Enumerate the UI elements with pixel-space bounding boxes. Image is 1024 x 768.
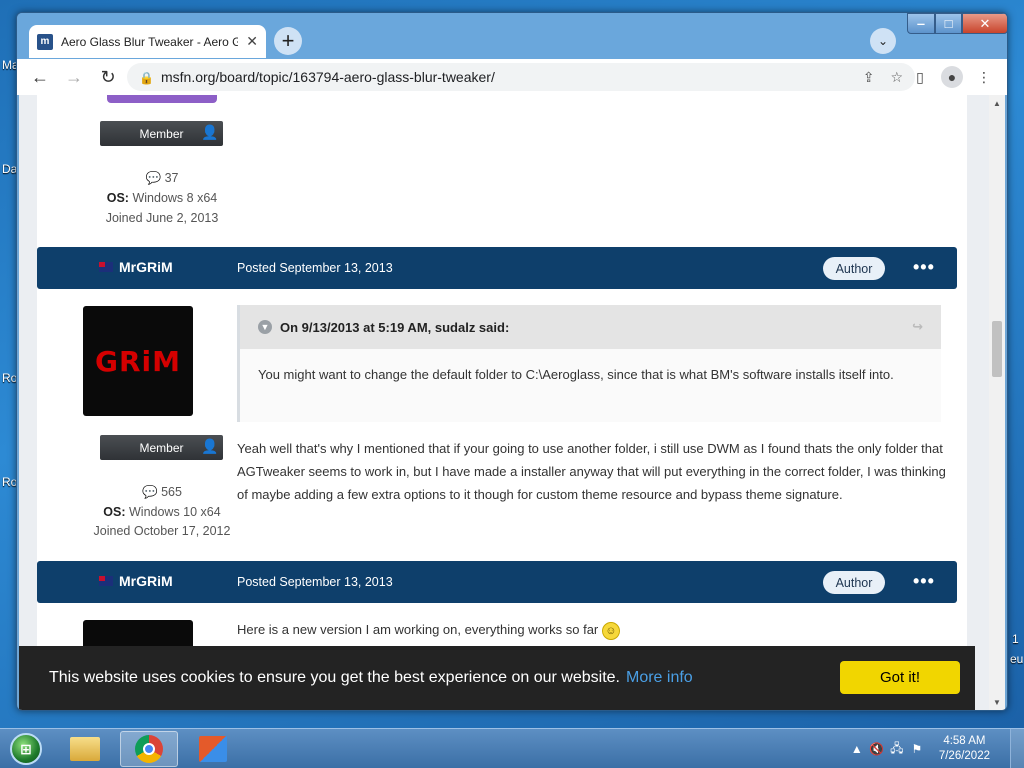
member-badge-label: Member [139, 440, 184, 455]
side-panel-icon[interactable]: ▯ [909, 66, 931, 88]
user-icon: 👤 [201, 124, 219, 140]
page-content: Member 👤 💬 37 OS: Windows 8 x64 Joined J… [37, 95, 967, 710]
taskbar-explorer[interactable] [56, 731, 114, 767]
avatar[interactable]: GRiM [83, 306, 193, 416]
flag-icon [99, 576, 113, 586]
clock-date: 7/26/2022 [938, 750, 990, 762]
show-hidden-icons-icon[interactable]: ▲ [847, 742, 867, 756]
reload-button[interactable]: ↻ [91, 62, 125, 92]
scrollbar-thumb[interactable] [992, 321, 1002, 377]
quote-block: ▼ On 9/13/2013 at 5:19 AM, sudalz said: … [237, 305, 941, 422]
tab-search-button[interactable]: ⌄ [870, 28, 896, 54]
application-icon [199, 736, 227, 762]
back-button[interactable]: ← [23, 62, 57, 92]
joined-date: Joined October 17, 2012 [93, 524, 231, 538]
address-bar[interactable]: 🔒 msfn.org/board/topic/163794-aero-glass… [127, 63, 915, 91]
page-scrollbar[interactable]: ▲ ▼ [989, 95, 1005, 710]
post-count-value: 565 [161, 485, 182, 499]
folder-icon [70, 737, 100, 761]
post-author[interactable]: MrGRiM [99, 573, 173, 589]
post-date[interactable]: Posted September 13, 2013 [237, 261, 393, 275]
share-icon[interactable]: ⇪ [863, 69, 875, 86]
os-value: Windows 8 x64 [132, 191, 218, 205]
desktop-icon-label[interactable]: 1 [1012, 632, 1019, 646]
taskbar: ⊞ ▲ 🔇 🖧 ⚑ 4:58 AM 7/26/2022 [0, 728, 1024, 768]
author-name[interactable]: MrGRiM [119, 259, 173, 275]
cookie-message: This website uses cookies to ensure you … [49, 669, 620, 686]
post-header: MrGRiM Posted September 13, 2013 Author … [37, 247, 957, 289]
smiley-icon: ☺ [601, 621, 620, 640]
minimize-button[interactable]: ‒ [907, 13, 935, 34]
post-count: 💬 37 [145, 171, 179, 185]
maximize-button[interactable]: □ [935, 13, 962, 34]
author-badge: Author [823, 571, 885, 594]
chevron-down-icon[interactable]: ▼ [258, 320, 272, 334]
page-viewport: Member 👤 💬 37 OS: Windows 8 x64 Joined J… [19, 95, 991, 710]
quote-text: You might want to change the default fol… [258, 367, 894, 382]
flag-icon [99, 262, 113, 272]
action-center-icon[interactable]: ⚑ [907, 742, 927, 756]
browser-window: m Aero Glass Blur Tweaker - Aero G ✕ + ⌄… [16, 12, 1008, 711]
chrome-icon [135, 735, 163, 763]
quote-header[interactable]: ▼ On 9/13/2013 at 5:19 AM, sudalz said: … [240, 305, 941, 349]
os-label: OS: [106, 191, 129, 205]
profile-avatar-icon[interactable]: ● [941, 66, 963, 88]
site-favicon-icon: m [37, 33, 53, 50]
lock-icon[interactable]: 🔒 [139, 71, 154, 85]
browser-tab[interactable]: m Aero Glass Blur Tweaker - Aero G ✕ [29, 25, 266, 58]
member-badge: Member 👤 [100, 121, 223, 146]
bookmark-star-icon[interactable]: ☆ [890, 69, 903, 86]
member-badge-label: Member [139, 126, 184, 141]
scroll-up-arrow-icon[interactable]: ▲ [989, 95, 1005, 111]
url-text[interactable]: msfn.org/board/topic/163794-aero-glass-b… [161, 69, 847, 85]
quote-citation: On 9/13/2013 at 5:19 AM, sudalz said: [280, 319, 510, 335]
show-desktop-button[interactable] [1010, 729, 1024, 768]
forward-button[interactable]: → [57, 62, 91, 92]
start-button[interactable]: ⊞ [4, 731, 48, 767]
system-tray: ▲ 🔇 🖧 ⚑ 4:58 AM 7/26/2022 [847, 729, 1024, 768]
os-info: OS: Windows 10 x64 [62, 505, 262, 519]
post-header: MrGRiM Posted September 13, 2013 Author … [37, 561, 957, 603]
os-value: Windows 10 x64 [129, 505, 221, 519]
more-info-link[interactable]: More info [626, 669, 693, 687]
author-name[interactable]: MrGRiM [119, 573, 173, 589]
taskbar-app[interactable] [184, 731, 242, 767]
windows-logo-icon: ⊞ [10, 733, 42, 765]
post-body: Here is a new version I am working on, e… [237, 618, 947, 641]
taskbar-clock[interactable]: 4:58 AM 7/26/2022 [939, 734, 990, 764]
post-author[interactable]: MrGRiM [99, 259, 173, 275]
new-tab-button[interactable]: + [274, 27, 302, 55]
avatar [107, 95, 217, 103]
author-badge: Author [823, 257, 885, 280]
taskbar-chrome[interactable] [120, 731, 178, 767]
browser-toolbar: ← → ↻ 🔒 msfn.org/board/topic/163794-aero… [17, 59, 1007, 95]
tab-title: Aero Glass Blur Tweaker - Aero G [61, 34, 239, 49]
post-body: Yeah well that's why I mentioned that if… [237, 441, 946, 502]
close-tab-icon[interactable]: ✕ [246, 33, 258, 50]
post-body-text: Here is a new version I am working on, e… [237, 622, 599, 637]
member-badge: Member 👤 [100, 435, 223, 460]
post-count-value: 37 [164, 171, 179, 185]
quote-link-icon[interactable]: ↪ [912, 319, 923, 335]
more-options-icon[interactable]: ••• [913, 571, 935, 592]
more-options-icon[interactable]: ••• [913, 257, 935, 278]
joined-date: Joined June 2, 2013 [105, 211, 219, 225]
menu-kebab-icon[interactable]: ⋮ [973, 66, 995, 88]
volume-muted-icon[interactable]: 🔇 [867, 742, 887, 756]
close-window-button[interactable]: ✕ [962, 13, 1007, 34]
post-date[interactable]: Posted September 13, 2013 [237, 575, 393, 589]
network-icon[interactable]: 🖧 [887, 739, 907, 760]
post-count: 💬 565 [142, 485, 182, 499]
user-icon: 👤 [201, 438, 219, 454]
scroll-down-arrow-icon[interactable]: ▼ [989, 694, 1005, 710]
desktop-icon-label[interactable]: eu [1010, 652, 1023, 666]
clock-time: 4:58 AM [943, 735, 986, 747]
cookie-banner: This website uses cookies to ensure you … [19, 646, 975, 710]
window-controls: ‒ □ ✕ [907, 13, 1007, 34]
os-label: OS: [103, 505, 126, 519]
os-info: OS: Windows 8 x64 [62, 191, 262, 205]
accept-cookies-button[interactable]: Got it! [840, 661, 960, 694]
